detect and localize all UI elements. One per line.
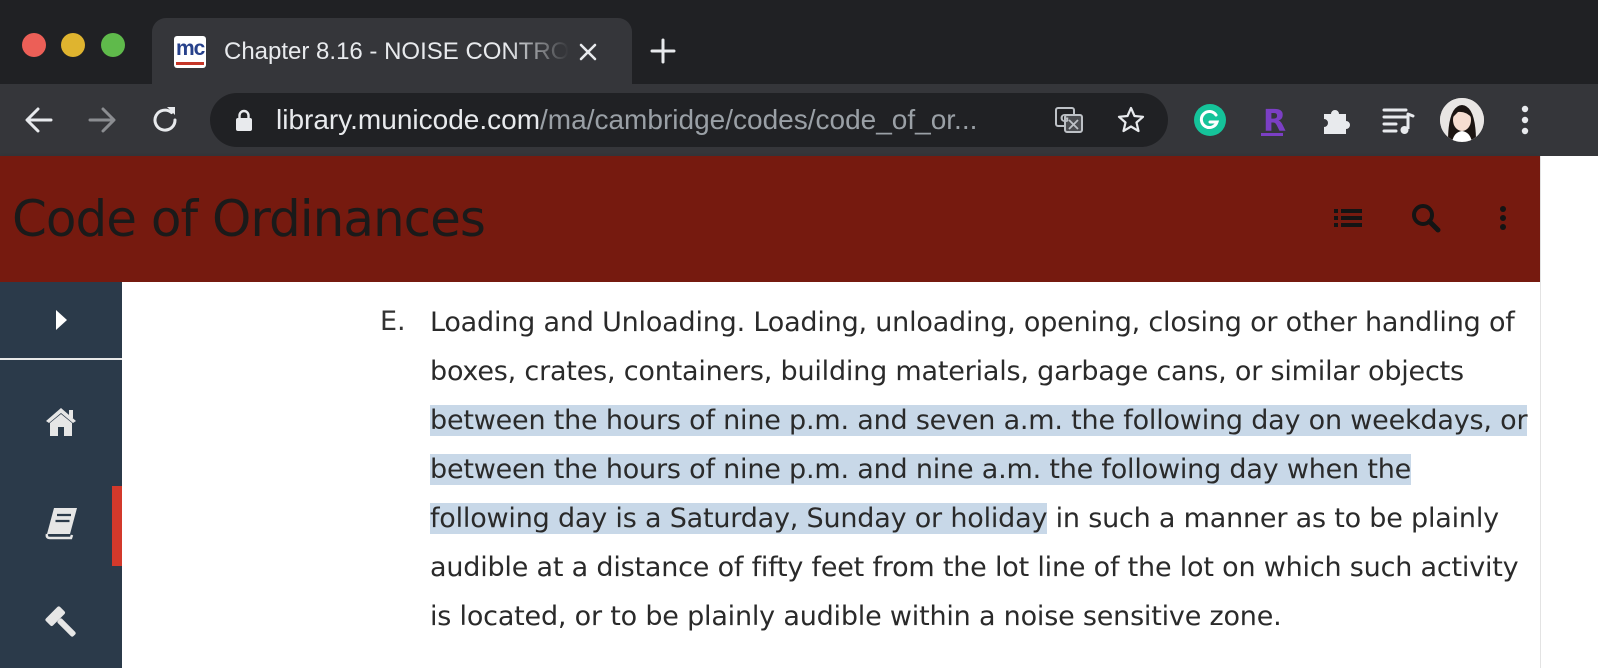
sidebar-codes-button[interactable] (0, 484, 122, 564)
url-text[interactable]: library.municode.com/ma/cambridge/codes/… (276, 93, 977, 147)
web-page: Code of Ordinances E. Loading and Unload… (0, 156, 1540, 668)
paragraph-line-highlighted: between the hours of nine p.m. and nine … (430, 445, 1510, 494)
tab-title: Chapter 8.16 - NOISE CONTROL (224, 38, 569, 65)
paragraph-line: boxes, crates, containers, building mate… (430, 356, 1464, 387)
browser-menu-icon[interactable] (1505, 100, 1545, 140)
close-tab-icon[interactable] (576, 40, 600, 64)
address-bar[interactable]: library.municode.com/ma/cambridge/codes/… (210, 93, 1168, 147)
profile-photo-icon (1440, 98, 1484, 142)
list-marker: E. (380, 306, 406, 337)
table-of-contents-icon[interactable] (1332, 202, 1364, 234)
ordinance-content: E. Loading and Unloading. Loading, unloa… (122, 282, 1540, 668)
browser-toolbar: library.municode.com/ma/cambridge/codes/… (0, 84, 1598, 156)
site-header: Code of Ordinances (0, 156, 1540, 282)
sidebar-active-indicator (112, 486, 122, 566)
home-icon (46, 408, 76, 436)
sidebar-expand-button[interactable] (0, 282, 122, 358)
translate-icon[interactable]: G (1054, 105, 1084, 135)
url-path: /ma/cambridge/codes/code_of_or... (540, 104, 978, 135)
browser-tab[interactable]: mc Chapter 8.16 - NOISE CONTROL (152, 18, 632, 86)
svg-text:G: G (1060, 112, 1069, 125)
media-playlist-icon[interactable] (1378, 100, 1418, 140)
paragraph-line-highlighted: following day is a Saturday, Sunday or h… (430, 503, 1499, 534)
caret-right-icon (56, 310, 67, 330)
maximize-window-button[interactable] (101, 33, 125, 57)
minimize-window-button[interactable] (61, 33, 85, 57)
back-arrow-icon[interactable] (21, 102, 57, 138)
url-domain: library.municode.com (276, 104, 541, 135)
close-window-button[interactable] (22, 33, 46, 57)
profile-avatar[interactable] (1440, 98, 1484, 142)
text-selection: between the hours of nine p.m. and seven… (430, 405, 1528, 436)
r-extension-icon[interactable]: R (1253, 100, 1293, 140)
book-icon (45, 508, 77, 540)
search-icon[interactable] (1410, 202, 1442, 234)
page-scroll-gutter[interactable] (1540, 156, 1598, 668)
paragraph-line: Loading and Unloading. Loading, unloadin… (430, 307, 1515, 338)
more-options-icon[interactable] (1487, 202, 1519, 234)
sidebar-home-button[interactable] (0, 384, 122, 464)
text-selection: between the hours of nine p.m. and nine … (430, 454, 1412, 485)
lock-icon[interactable] (234, 109, 254, 131)
paragraph-line-highlighted: between the hours of nine p.m. and seven… (430, 396, 1528, 445)
bookmark-star-icon[interactable] (1116, 105, 1146, 135)
sidebar-divider (0, 358, 122, 360)
reload-icon[interactable] (147, 102, 183, 138)
ordinance-paragraph: Loading and Unloading. Loading, unloadin… (430, 298, 1528, 641)
gavel-icon (45, 606, 76, 637)
paragraph-line: is located, or to be plainly audible wit… (430, 601, 1282, 632)
municode-favicon-icon: mc (174, 36, 206, 68)
browser-titlebar: mc Chapter 8.16 - NOISE CONTROL (0, 0, 1598, 86)
puzzle-extensions-icon[interactable] (1316, 100, 1356, 140)
grammarly-icon[interactable] (1190, 100, 1230, 140)
sidebar-legislation-button[interactable] (0, 584, 122, 664)
paragraph-line: audible at a distance of fifty feet from… (430, 552, 1519, 583)
new-tab-icon[interactable] (648, 36, 678, 66)
page-title: Code of Ordinances (12, 190, 486, 248)
text-selection: following day is a Saturday, Sunday or h… (430, 503, 1048, 534)
sidebar (0, 282, 122, 668)
forward-arrow-icon[interactable] (84, 102, 120, 138)
